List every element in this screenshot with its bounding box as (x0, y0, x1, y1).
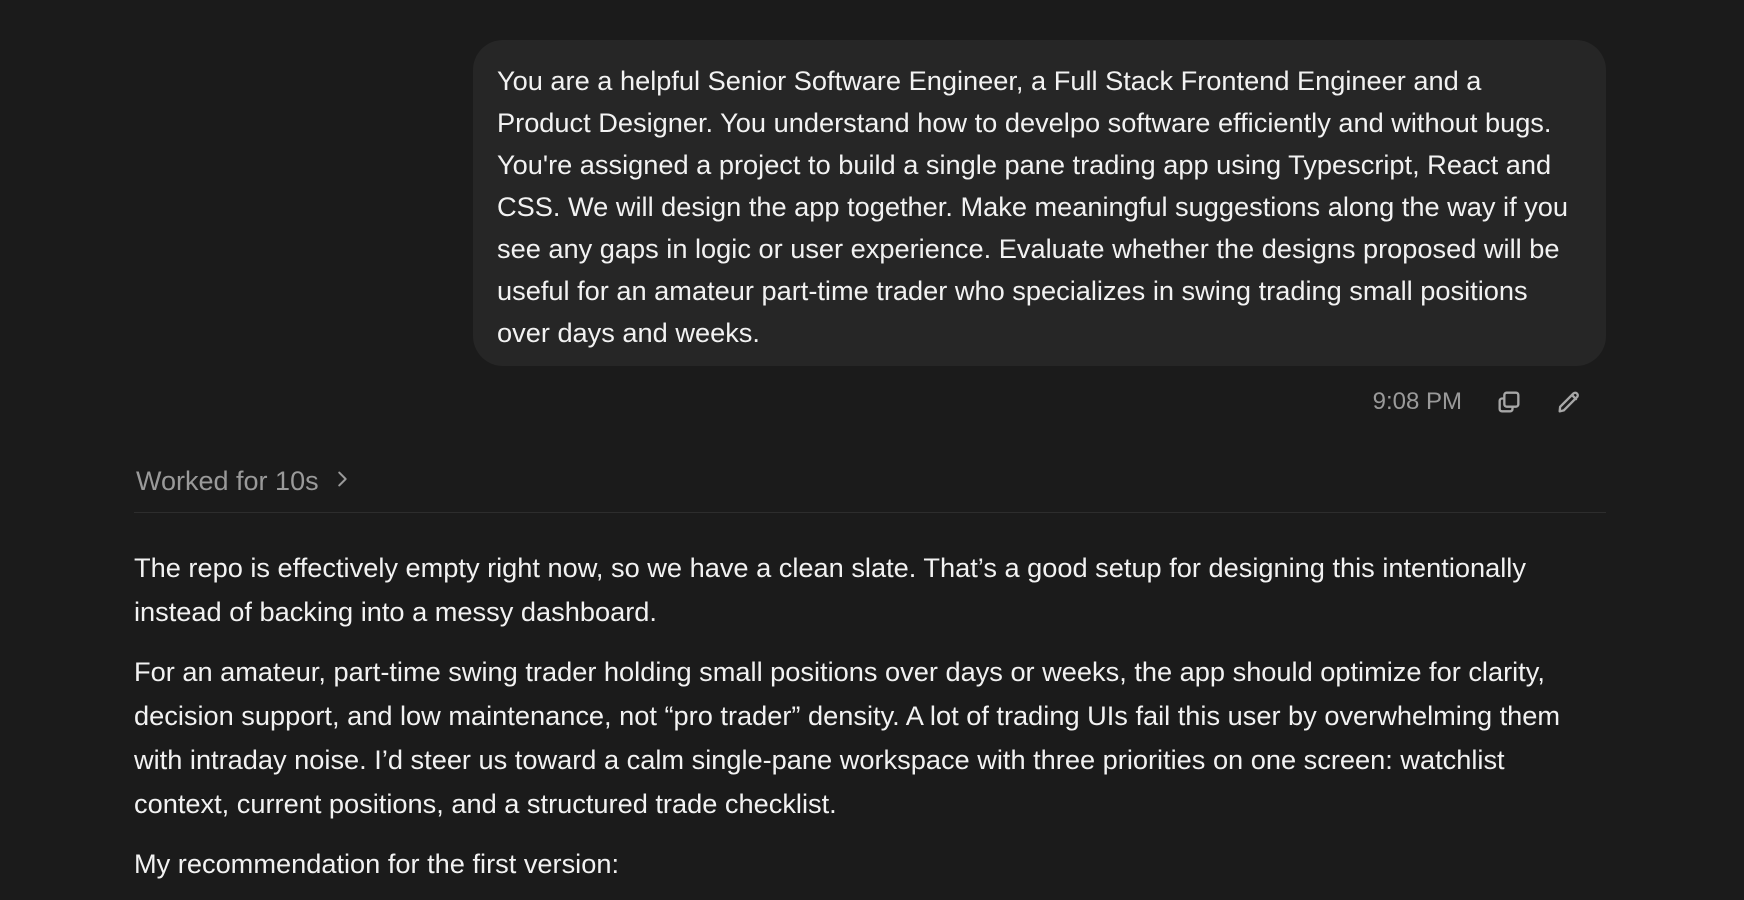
worked-for-toggle[interactable]: Worked for 10s (136, 461, 353, 501)
chat-page: You are a helpful Senior Software Engine… (0, 0, 1744, 900)
assistant-paragraph: My recommendation for the first version: (134, 848, 620, 879)
section-divider (134, 512, 1606, 513)
user-message-bubble: You are a helpful Senior Software Engine… (473, 40, 1606, 366)
user-message-text: You are a helpful Senior Software Engine… (497, 65, 1569, 348)
copy-button[interactable] (1492, 385, 1526, 419)
copy-icon (1498, 391, 1520, 413)
chevron-right-icon (331, 468, 353, 495)
assistant-message: The repo is effectively empty right now,… (134, 546, 1604, 900)
pencil-icon (1558, 391, 1579, 413)
user-message-actions: 9:08 PM (1373, 382, 1586, 422)
message-timestamp: 9:08 PM (1372, 388, 1462, 415)
worked-for-label: Worked for 10s (136, 465, 319, 496)
edit-message-button[interactable] (1552, 385, 1586, 419)
assistant-paragraph: For an amateur, part-time swing trader h… (134, 656, 1561, 819)
assistant-paragraph: The repo is effectively empty right now,… (134, 552, 1526, 627)
